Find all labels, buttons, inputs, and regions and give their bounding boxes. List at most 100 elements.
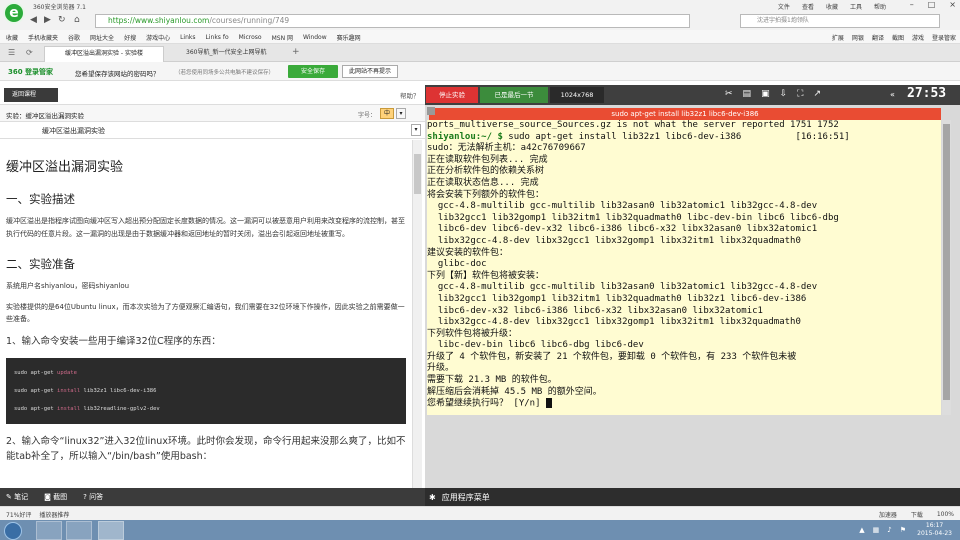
fav-item[interactable]: 赛乐趣网: [337, 33, 361, 42]
back-arrow-icon[interactable]: ◀: [30, 15, 37, 25]
windows-taskbar: ▲ ▦ ♪ ⚑ 16:17 2015-04-23: [0, 520, 960, 540]
fav-item[interactable]: Microso: [239, 34, 262, 41]
menu-help[interactable]: 帮助: [874, 2, 886, 11]
system-clock[interactable]: 16:17 2015-04-23: [917, 522, 952, 538]
refresh-icon[interactable]: ↻: [58, 15, 66, 25]
terminal-line: 正在分析软件包的依赖关系树: [427, 166, 545, 177]
bank-button[interactable]: 网银: [852, 33, 864, 42]
new-tab-icon[interactable]: +: [292, 47, 300, 57]
notes-button[interactable]: ✎ 笔记: [6, 492, 28, 502]
terminal-line: libc-dev-bin libc6 libc6-dbg libc6-dev: [427, 340, 644, 351]
taskbar-search-icon[interactable]: [66, 521, 92, 540]
download-icon[interactable]: ⇩: [780, 89, 788, 99]
screenshot-icon[interactable]: ▣: [761, 89, 770, 99]
safe-save-button[interactable]: 安全保存: [288, 65, 338, 78]
external-icon[interactable]: ↗: [813, 89, 821, 99]
restore-icon[interactable]: ⟳: [26, 48, 33, 57]
terminal-line: ports_multiverse_source_Sources.gz is no…: [427, 120, 839, 130]
maximize-icon[interactable]: □: [928, 0, 936, 9]
login-manager-button[interactable]: 登录管家: [932, 33, 956, 42]
volume-icon[interactable]: ♪: [887, 526, 891, 534]
chevron-down-icon[interactable]: ▾: [411, 124, 421, 136]
status-player[interactable]: 播放器推荐: [39, 510, 69, 519]
status-rating[interactable]: 71%好评: [6, 510, 31, 519]
network-icon[interactable]: ▦: [873, 526, 880, 534]
qa-button[interactable]: ? 问答: [83, 492, 103, 502]
address-bar[interactable]: https://www.shiyanlou.com/courses/runnin…: [95, 14, 690, 28]
terminal-line: lib32gcc1 lib32gomp1 lib32itm1 lib32quad…: [427, 212, 839, 223]
login-manager-brand: 360 登录管家: [8, 68, 54, 76]
start-button-icon[interactable]: [4, 522, 22, 540]
fav-item[interactable]: Links: [180, 34, 195, 41]
scissors-icon[interactable]: ✂: [725, 89, 733, 99]
fav-item[interactable]: 手机收藏夹: [28, 33, 58, 42]
font-size-dropdown-icon[interactable]: ▾: [396, 108, 406, 119]
scrollbar-thumb[interactable]: [414, 154, 421, 194]
resolution-select[interactable]: 1024x768: [550, 87, 604, 103]
lesson-content: 缓冲区溢出漏洞实验 一、实验描述 缓冲区溢出是指程序试图向缓冲区写入超出预分配固…: [0, 140, 412, 488]
vm-app-menu[interactable]: ✱ 应用程序菜单: [425, 488, 960, 506]
status-download[interactable]: 下载: [911, 510, 923, 519]
taskbar-explorer-icon[interactable]: [36, 521, 62, 540]
home-icon[interactable]: ⌂: [74, 15, 80, 25]
forward-arrow-icon[interactable]: ▶: [44, 15, 51, 25]
tab-active[interactable]: 缓冲区溢出漏洞实验 - 实验楼: [44, 46, 164, 62]
font-size-select[interactable]: 中: [380, 108, 394, 119]
terminal-line: 需要下载 21.3 MB 的软件包。: [427, 375, 557, 386]
section-selector[interactable]: 缓冲区溢出漏洞实验 ▾: [0, 122, 425, 139]
terminal-line: libx32gcc-4.8-dev libx32gcc1 libx32gomp1…: [427, 317, 801, 328]
app-menu-icon: ✱: [429, 493, 436, 502]
terminal-scrollbar[interactable]: [942, 120, 951, 415]
screenshot-button[interactable]: 截图: [892, 33, 904, 42]
menu-tools[interactable]: 工具: [850, 2, 862, 11]
lesson-scrollbar[interactable]: [412, 140, 422, 488]
app-menu-label: 应用程序菜单: [441, 493, 490, 502]
prompt-timestamp: [16:16:51]: [741, 131, 850, 142]
collapse-icon[interactable]: «: [890, 90, 895, 99]
scrollbar-thumb[interactable]: [943, 124, 950, 400]
lesson-toolbar: 返回课程 帮助？: [0, 85, 425, 105]
fav-item[interactable]: 谷歌: [68, 33, 80, 42]
games-button[interactable]: 游戏: [912, 33, 924, 42]
status-accelerator[interactable]: 加速器: [879, 510, 897, 519]
terminal-output[interactable]: ports_multiverse_source_Sources.gz is no…: [427, 120, 941, 415]
close-icon[interactable]: ×: [949, 0, 956, 9]
fav-item[interactable]: Window: [303, 34, 327, 41]
minimize-icon[interactable]: –: [910, 0, 914, 9]
tab-360-nav[interactable]: 360导航_新一代安全上网导航: [166, 46, 286, 62]
fav-item[interactable]: 好搜: [124, 33, 136, 42]
terminal-line: libc6-dev libc6-dev-x32 libc6-i386 libc6…: [427, 224, 818, 235]
shell-prompt: shiyanlou:~/ $: [427, 131, 509, 142]
tray-arrow-icon[interactable]: ▲: [859, 526, 864, 534]
code-line: sudo apt-get update: [14, 370, 77, 376]
never-prompt-button[interactable]: 此网站不再提示: [342, 65, 398, 78]
menu-favorites[interactable]: 收藏: [826, 2, 838, 11]
search-input[interactable]: 沈进宇拍摄1炮领队: [740, 14, 940, 28]
back-to-course-button[interactable]: 返回课程: [4, 88, 58, 102]
fav-item[interactable]: 游戏中心: [146, 33, 170, 42]
toolbar-extensions: 扩展 网银 翻译 截图 游戏 登录管家: [832, 33, 956, 42]
fav-item[interactable]: Links fo: [206, 34, 229, 41]
code-line: sudo apt-get install lib32z1 libc6-dev-i…: [14, 388, 157, 394]
fav-item[interactable]: 网址大全: [90, 33, 114, 42]
clipboard-icon[interactable]: ▤: [743, 89, 752, 99]
flag-icon[interactable]: ⚑: [900, 526, 906, 534]
tab-list-icon[interactable]: ☰: [8, 48, 15, 57]
help-link[interactable]: 帮助？: [400, 90, 420, 100]
menu-file[interactable]: 文件: [778, 2, 790, 11]
menu-view[interactable]: 查看: [802, 2, 814, 11]
fav-item[interactable]: MSN 网: [272, 33, 293, 42]
screenshot-tool-button[interactable]: ◙ 截图: [44, 492, 67, 502]
taskbar-browser-icon[interactable]: [98, 521, 124, 540]
paragraph: 系统用户名shiyanlou，密码shiyanlou: [6, 282, 130, 290]
fav-item[interactable]: 收藏: [6, 33, 18, 42]
zoom-level[interactable]: 100%: [937, 511, 954, 518]
last-section-button[interactable]: 已是最后一节: [480, 87, 548, 103]
fullscreen-icon[interactable]: ⛶: [797, 89, 803, 99]
browser-nav-bar: ◀ ▶ ↻ ⌂ https://www.shiyanlou.com/course…: [0, 12, 960, 30]
extension-button[interactable]: 扩展: [832, 33, 844, 42]
stop-experiment-button[interactable]: 停止实验: [426, 87, 478, 103]
terminal-line: 下列软件包将被升级：: [427, 328, 518, 339]
experiment-bar: 实验：缓冲区溢出漏洞实验 字号： 中 ▾: [0, 105, 425, 122]
translate-button[interactable]: 翻译: [872, 33, 884, 42]
